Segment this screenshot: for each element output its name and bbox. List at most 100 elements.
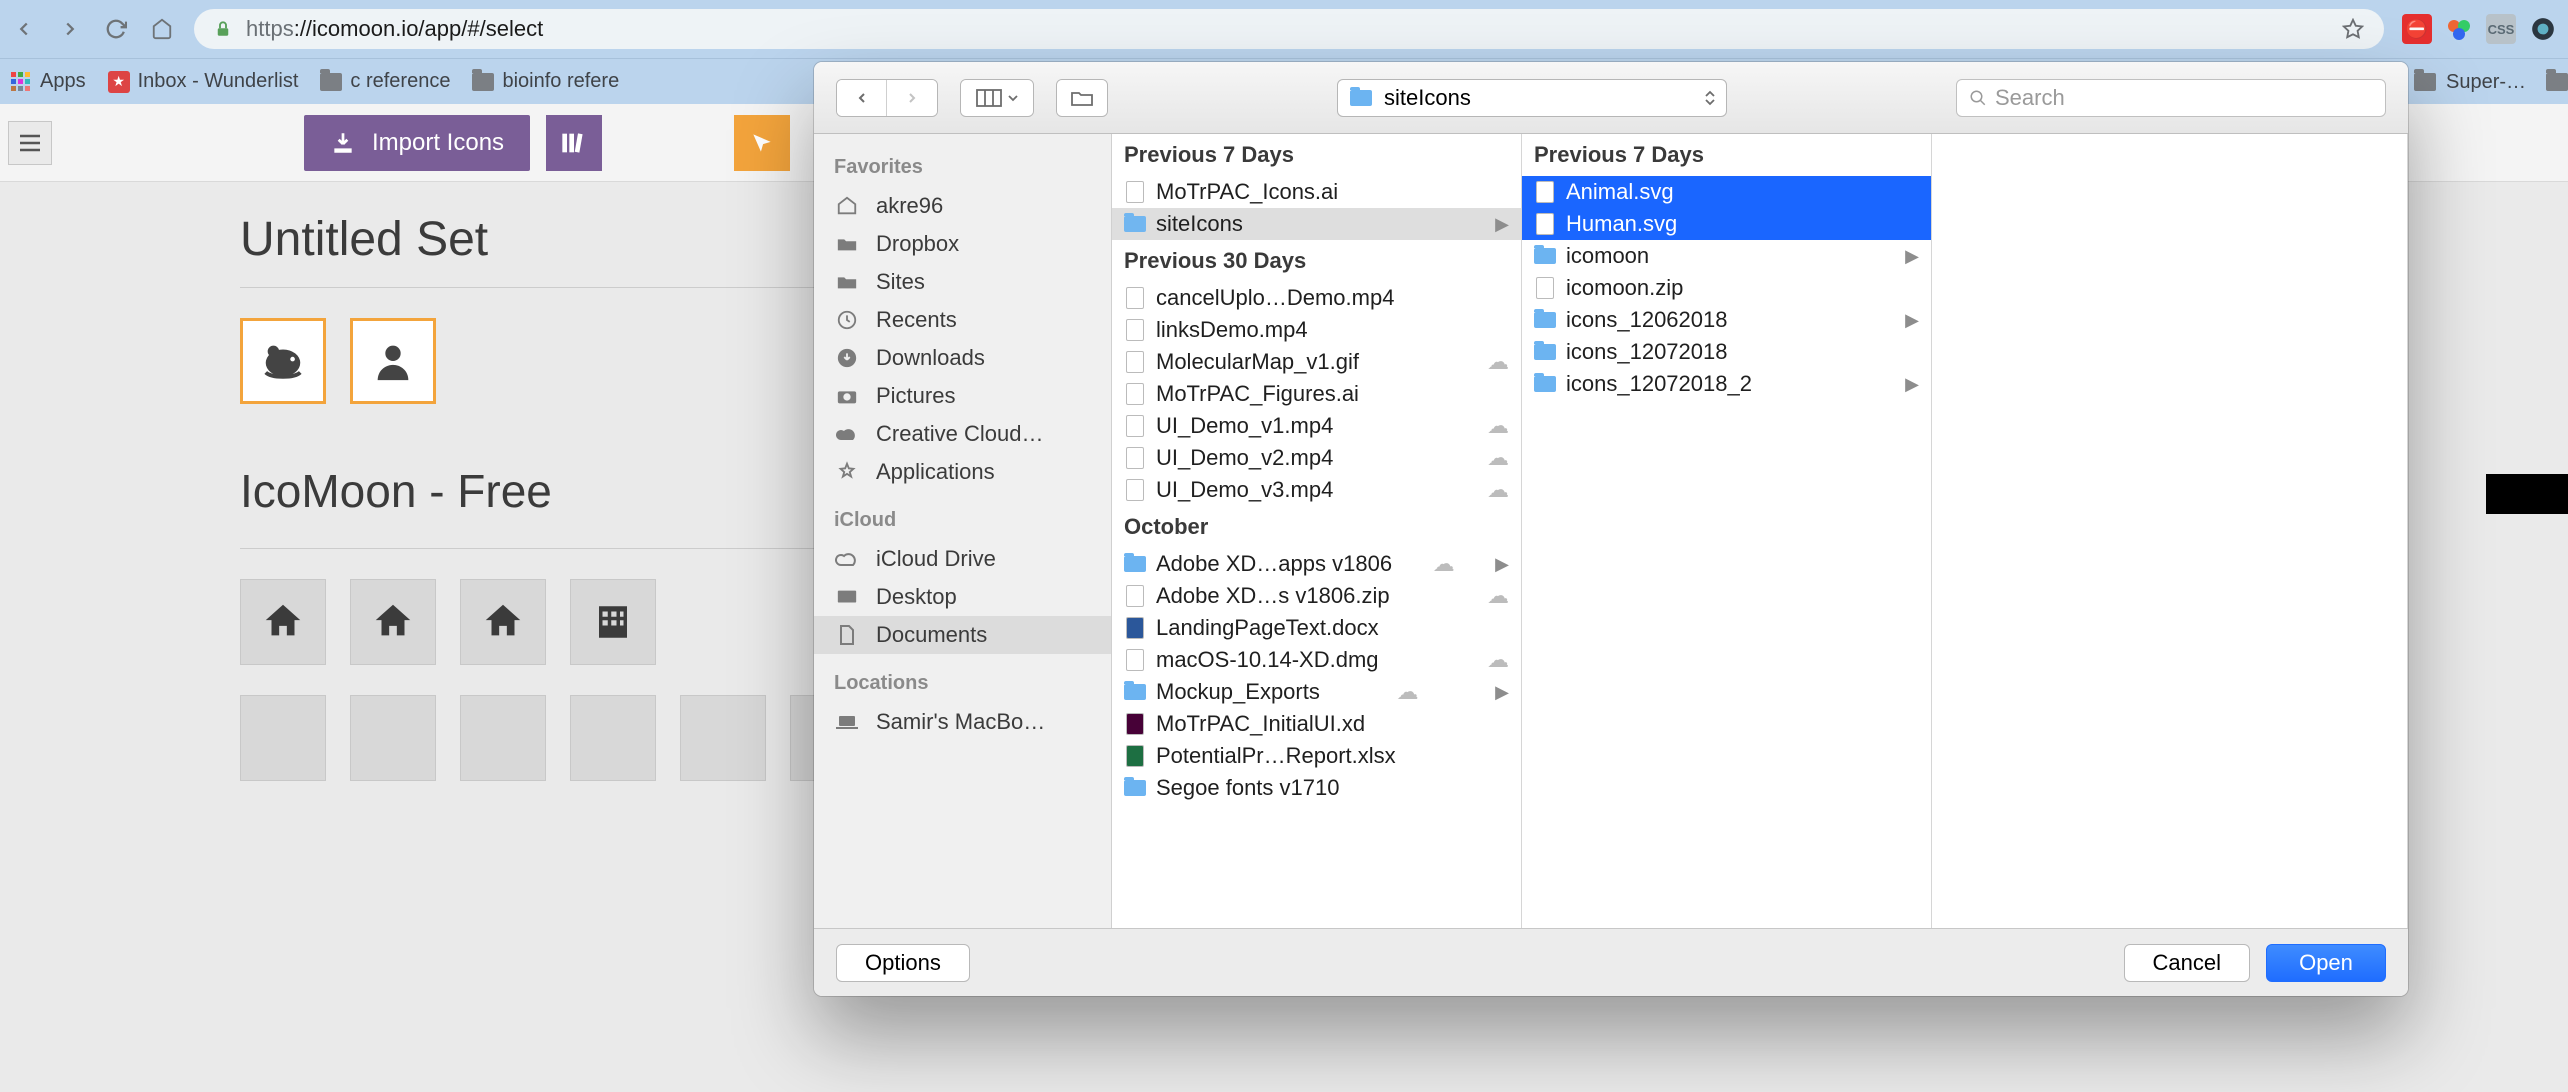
lock-icon	[214, 20, 232, 38]
sidebar-item-icloud-drive[interactable]: iCloud Drive	[814, 540, 1111, 578]
sidebar-item-sites[interactable]: Sites	[814, 263, 1111, 301]
forward-button[interactable]	[56, 15, 84, 43]
sidebar-item-home[interactable]: akre96	[814, 187, 1111, 225]
bookmark-wunderlist[interactable]: ★Inbox - Wunderlist	[108, 70, 299, 93]
file-row[interactable]: UI_Demo_v1.mp4☁	[1112, 410, 1521, 442]
arrow-icon: ▶	[1495, 214, 1509, 235]
import-label: Import Icons	[372, 129, 504, 157]
open-button[interactable]: Open	[2266, 944, 2386, 982]
url-text: https://icomoon.io/app/#/select	[246, 16, 543, 42]
folder-icon	[1350, 90, 1372, 106]
icon-cell[interactable]	[240, 695, 326, 781]
file-row[interactable]: Mockup_Exports☁▶	[1112, 676, 1521, 708]
icon-cell[interactable]	[570, 579, 656, 665]
document-icon	[834, 622, 860, 648]
file-row[interactable]: MolecularMap_v1.gif☁	[1112, 346, 1521, 378]
sidebar-item-pictures[interactable]: Pictures	[814, 377, 1111, 415]
icon-cell-human[interactable]	[350, 318, 436, 404]
file-column-2: Previous 7 Days Animal.svg Human.svg ico…	[1522, 134, 1932, 928]
cancel-button[interactable]: Cancel	[2124, 944, 2250, 982]
file-row[interactable]: Segoe fonts v1710	[1112, 772, 1521, 804]
bookmark-c-reference[interactable]: c reference	[320, 70, 450, 93]
file-row[interactable]: PotentialPr…Report.xlsx	[1112, 740, 1521, 772]
file-row[interactable]: UI_Demo_v3.mp4☁	[1112, 474, 1521, 506]
file-row[interactable]: cancelUplo…Demo.mp4	[1112, 282, 1521, 314]
file-row[interactable]: MoTrPAC_InitialUI.xd	[1112, 708, 1521, 740]
colorpicker-icon[interactable]	[2444, 14, 2474, 44]
reload-button[interactable]	[102, 15, 130, 43]
sidebar-item-dropbox[interactable]: Dropbox	[814, 225, 1111, 263]
view-mode-segment	[960, 79, 1034, 117]
url-bar[interactable]: https://icomoon.io/app/#/select	[194, 9, 2384, 49]
file-row[interactable]: MoTrPAC_Figures.ai	[1112, 378, 1521, 410]
library-button[interactable]	[546, 115, 602, 171]
sidebar-item-macbook[interactable]: Samir's MacBo…	[814, 703, 1111, 741]
new-folder-button[interactable]	[1057, 80, 1107, 116]
desktop-icon	[834, 584, 860, 610]
col-header: October	[1112, 506, 1521, 548]
path-dropdown[interactable]: siteIcons	[1337, 79, 1727, 117]
file-row[interactable]: MoTrPAC_Icons.ai	[1112, 176, 1521, 208]
laptop-icon	[834, 709, 860, 735]
back-button[interactable]	[10, 15, 38, 43]
sidebar-item-creative-cloud[interactable]: Creative Cloud…	[814, 415, 1111, 453]
svg-file-icon	[1534, 213, 1556, 235]
file-row[interactable]: icons_12072018_2▶	[1522, 368, 1931, 400]
file-row[interactable]: icomoon.zip	[1522, 272, 1931, 304]
dialog-body: Favorites akre96 Dropbox Sites Recents D…	[814, 134, 2408, 928]
star-icon[interactable]	[2342, 18, 2364, 40]
svg-file-icon	[1534, 181, 1556, 203]
icon-cell[interactable]	[570, 695, 656, 781]
sidebar-item-desktop[interactable]: Desktop	[814, 578, 1111, 616]
file-dialog: siteIcons Search Favorites akre96 Dropbo…	[814, 62, 2408, 996]
dialog-back-button[interactable]	[837, 80, 887, 116]
file-row[interactable]: Animal.svg	[1522, 176, 1931, 208]
import-icons-button[interactable]: Import Icons	[304, 115, 530, 171]
icon-cell-animal[interactable]	[240, 318, 326, 404]
sidebar-item-applications[interactable]: Applications	[814, 453, 1111, 491]
sidebar-section-locations: Locations	[814, 664, 1111, 703]
icon-cell[interactable]	[460, 579, 546, 665]
bookmark-overflow[interactable]: Super-…	[2402, 59, 2568, 105]
search-field[interactable]: Search	[1956, 79, 2386, 117]
eye-ext-icon[interactable]	[2528, 14, 2558, 44]
apps-bookmark[interactable]: Apps	[10, 70, 86, 93]
home-button[interactable]	[148, 15, 176, 43]
applications-icon	[834, 459, 860, 485]
icon-cell[interactable]	[680, 695, 766, 781]
css-peeper-icon[interactable]: CSS	[2486, 14, 2516, 44]
icon-cell[interactable]	[350, 695, 436, 781]
sidebar-item-recents[interactable]: Recents	[814, 301, 1111, 339]
file-row[interactable]: UI_Demo_v2.mp4☁	[1112, 442, 1521, 474]
icon-cell[interactable]	[460, 695, 546, 781]
file-row[interactable]: linksDemo.mp4	[1112, 314, 1521, 346]
select-tool-button[interactable]	[734, 115, 790, 171]
file-row[interactable]: icomoon▶	[1522, 240, 1931, 272]
file-row[interactable]: siteIcons▶	[1112, 208, 1521, 240]
file-row[interactable]: LandingPageText.docx	[1112, 612, 1521, 644]
dialog-forward-button[interactable]	[887, 80, 937, 116]
file-row[interactable]: icons_12062018▶	[1522, 304, 1931, 336]
view-columns-button[interactable]	[961, 80, 1033, 116]
folder-icon	[2546, 73, 2568, 91]
folder-icon	[472, 73, 494, 91]
file-row[interactable]: icons_12072018	[1522, 336, 1931, 368]
clock-icon	[834, 307, 860, 333]
icon-cell[interactable]	[240, 579, 326, 665]
file-row[interactable]: Adobe XD…apps v1806☁▶	[1112, 548, 1521, 580]
options-button[interactable]: Options	[836, 944, 970, 982]
file-row[interactable]: Adobe XD…s v1806.zip☁	[1112, 580, 1521, 612]
sidebar: Favorites akre96 Dropbox Sites Recents D…	[814, 134, 1112, 928]
sidebar-item-downloads[interactable]: Downloads	[814, 339, 1111, 377]
search-icon	[1969, 89, 1987, 107]
file-row[interactable]: macOS-10.14-XD.dmg☁	[1112, 644, 1521, 676]
abp-icon[interactable]: ⛔	[2402, 14, 2432, 44]
file-row[interactable]: Human.svg	[1522, 208, 1931, 240]
camera-icon	[834, 383, 860, 409]
sidebar-item-documents[interactable]: Documents	[814, 616, 1111, 654]
menu-button[interactable]	[8, 121, 52, 165]
icon-cell[interactable]	[350, 579, 436, 665]
folder-icon	[1124, 213, 1146, 235]
folder-icon	[834, 269, 860, 295]
bookmark-bioinfo[interactable]: bioinfo refere	[472, 70, 619, 93]
